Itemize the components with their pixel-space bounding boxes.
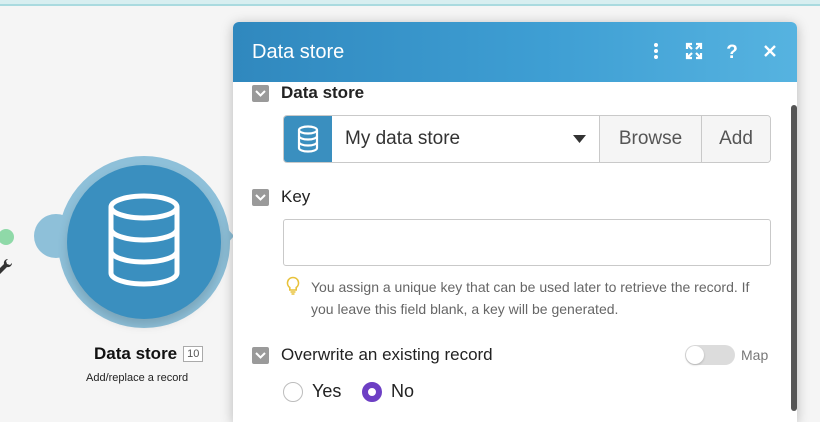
caret-down-icon[interactable]: [559, 116, 599, 162]
expand-icon[interactable]: [685, 42, 703, 63]
map-label: Map: [741, 347, 769, 363]
section-key: Key: [252, 187, 310, 207]
module-id-badge: 10: [183, 346, 204, 362]
chevron-down-icon[interactable]: [252, 84, 269, 102]
radio-yes[interactable]: Yes: [283, 381, 341, 402]
database-icon: [104, 193, 184, 292]
radio-no-label[interactable]: No: [391, 381, 414, 402]
connection-status-dot: [0, 229, 14, 245]
database-icon: [284, 116, 332, 162]
dialog-title: Data store: [252, 40, 345, 63]
radio-yes-label[interactable]: Yes: [312, 381, 341, 402]
section-data-store: Data store: [252, 83, 364, 103]
map-toggle[interactable]: [685, 345, 735, 365]
data-store-value[interactable]: My data store: [332, 116, 559, 162]
radio-yes-circle[interactable]: [283, 381, 303, 402]
key-hint: You assign a unique key that can be used…: [285, 276, 765, 320]
close-icon[interactable]: [761, 44, 779, 61]
key-input[interactable]: [283, 219, 771, 266]
dialog-header-actions: ?: [647, 42, 779, 63]
dialog-header: Data store ?: [233, 22, 797, 82]
chevron-down-icon[interactable]: [252, 188, 269, 206]
more-vertical-icon[interactable]: [647, 42, 665, 63]
key-hint-text: You assign a unique key that can be used…: [311, 279, 750, 317]
add-button[interactable]: Add: [701, 116, 770, 162]
browse-button[interactable]: Browse: [599, 116, 701, 162]
chevron-down-icon[interactable]: [252, 346, 269, 364]
module-title: Data store: [94, 344, 178, 363]
radio-no-circle[interactable]: [362, 381, 382, 402]
data-store-select[interactable]: My data store Browse Add: [283, 115, 771, 163]
wrench-icon[interactable]: [0, 258, 13, 280]
help-icon[interactable]: ?: [723, 43, 741, 62]
lightbulb-icon: [285, 276, 301, 320]
data-store-module[interactable]: [67, 165, 221, 319]
top-strip: [0, 0, 820, 6]
overwrite-label: Overwrite an existing record: [281, 345, 493, 364]
radio-no[interactable]: No: [362, 381, 414, 402]
section-overwrite: Overwrite an existing record: [252, 345, 493, 365]
data-store-label: Data store: [281, 83, 365, 102]
key-label: Key: [281, 187, 311, 206]
module-title-wrap: Data store 10: [94, 344, 204, 364]
map-toggle-knob: [686, 346, 704, 364]
dialog-scrollbar[interactable]: [791, 105, 797, 411]
module-subtitle: Add/replace a record: [86, 372, 189, 384]
